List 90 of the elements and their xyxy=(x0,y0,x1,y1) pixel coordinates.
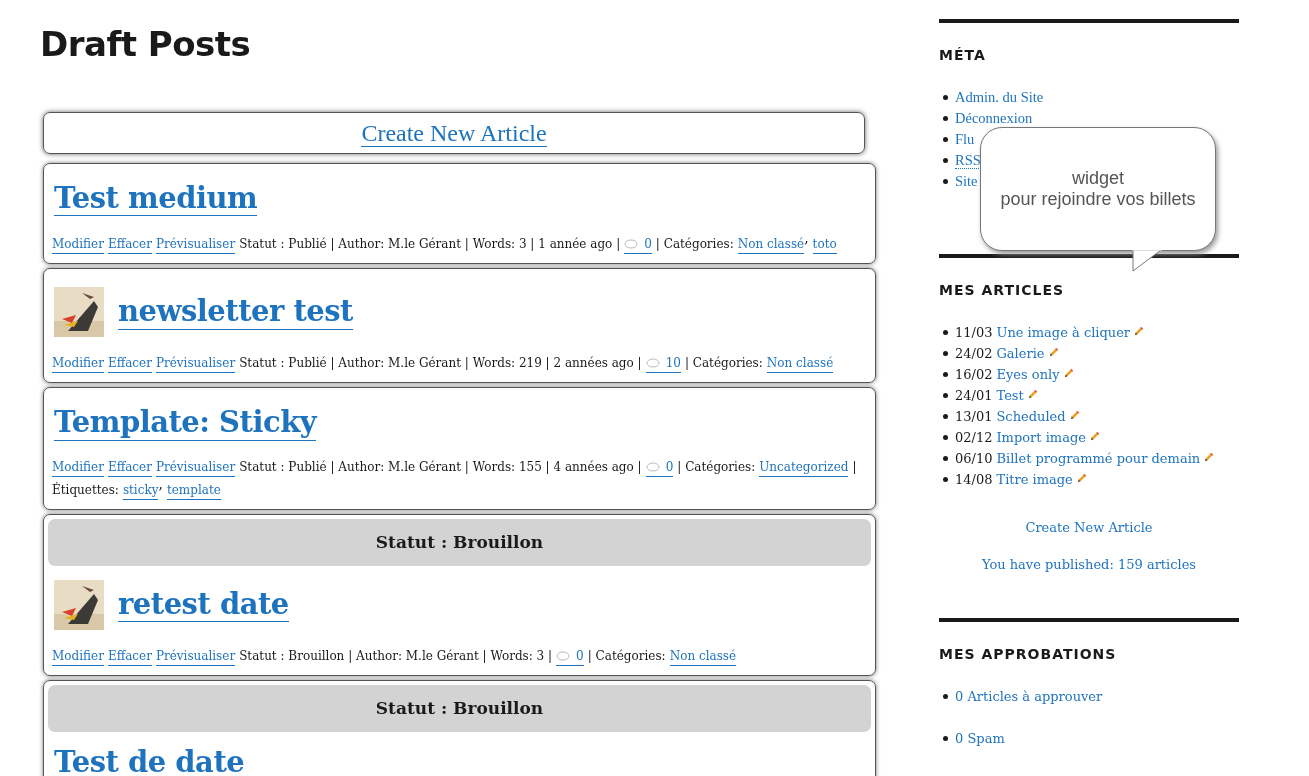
comment-count-link[interactable]: 10 xyxy=(645,355,681,374)
bullet-icon xyxy=(943,330,948,335)
article-link[interactable]: Eyes only xyxy=(996,367,1060,382)
pencil-icon[interactable] xyxy=(1026,389,1038,400)
create-article-link[interactable]: Create New Article xyxy=(939,520,1239,535)
comment-count-link[interactable]: 0 xyxy=(624,236,652,255)
speech-bubble-icon xyxy=(624,239,639,250)
article-date: 06/10 xyxy=(955,451,993,466)
bullet-icon xyxy=(943,372,948,377)
article-date: 13/01 xyxy=(955,409,993,424)
article-date: 24/02 xyxy=(955,346,993,361)
article-date: 14/08 xyxy=(955,472,993,487)
sidebar-link[interactable]: Admin. du Site xyxy=(955,89,1044,105)
post-meta: Modifier Effacer Prévisualiser Statut : Publié | Author: M.le Gérant | Words: 219 | 2 années ago | 10 | Catégories: Non classé xyxy=(48,345,871,377)
article-date: 16/02 xyxy=(955,367,993,382)
article-link[interactable]: Galerie xyxy=(996,346,1045,361)
pencil-icon[interactable] xyxy=(1203,452,1215,463)
bullet-icon xyxy=(943,137,948,142)
post-title-link[interactable]: retest date xyxy=(118,587,289,622)
pencil-icon[interactable] xyxy=(1133,326,1145,337)
status-banner: Statut : Brouillon xyxy=(48,684,871,732)
article-date: 02/12 xyxy=(955,430,993,445)
meta-link[interactable]: Modifier xyxy=(52,647,104,666)
bullet-icon xyxy=(943,95,948,100)
post-title-link[interactable]: Test medium xyxy=(54,182,258,217)
widget-heading: MES APPROBATIONS xyxy=(939,646,1118,662)
article-link[interactable]: Test xyxy=(996,388,1024,403)
post-meta: Modifier Effacer Prévisualiser Statut : Brouillon | Author: M.le Gérant | Words: 3 | 0 | Catégories: Non classé xyxy=(48,637,871,669)
meta-link[interactable]: Effacer xyxy=(107,355,152,374)
meta-link[interactable]: Prévisualiser xyxy=(155,458,236,477)
comment-count-link[interactable]: 0 xyxy=(645,458,674,477)
post-title-link[interactable]: newsletter test xyxy=(118,295,353,330)
tooltip-text: pour rejoindre vos billets xyxy=(1000,189,1196,210)
pencil-icon[interactable] xyxy=(1047,347,1059,358)
bullet-icon xyxy=(943,179,948,184)
post-title-link[interactable]: Template: Sticky xyxy=(54,406,317,441)
bullet-icon xyxy=(943,351,948,356)
bullet-icon xyxy=(943,116,948,121)
meta-link[interactable]: Effacer xyxy=(107,236,152,255)
article-link[interactable]: Import image xyxy=(996,430,1086,445)
article-link[interactable]: Une image à cliquer xyxy=(996,325,1131,340)
meta-link[interactable]: Prévisualiser xyxy=(155,647,236,666)
meta-link[interactable]: Non classé xyxy=(766,355,834,374)
pencil-icon[interactable] xyxy=(1075,473,1087,484)
published-count-link[interactable]: You have published: 159 articles xyxy=(939,557,1239,572)
pencil-icon[interactable] xyxy=(1068,410,1080,421)
speech-bubble-icon xyxy=(556,650,571,661)
sidebar-link[interactable]: Site xyxy=(955,173,978,189)
bullet-icon xyxy=(943,456,948,461)
meta-link[interactable]: Non classé xyxy=(737,236,805,255)
widget-heading: MES ARTICLES xyxy=(939,282,1066,298)
bullet-icon xyxy=(943,736,948,741)
post-title-link[interactable]: Test de date xyxy=(54,745,245,776)
meta-link[interactable]: Effacer xyxy=(107,458,152,477)
comment-count-link[interactable]: 0 xyxy=(556,647,584,666)
speech-bubble-icon xyxy=(645,461,660,472)
sidebar-link[interactable]: 0 Spam xyxy=(955,731,1005,746)
create-article-link[interactable]: Create New Article xyxy=(361,120,547,147)
bullet-icon xyxy=(943,477,948,482)
sidebar-link[interactable]: Flu xyxy=(955,131,975,147)
bullet-icon xyxy=(943,435,948,440)
meta-link[interactable]: Uncategorized xyxy=(759,458,849,477)
pencil-icon[interactable] xyxy=(1088,431,1100,442)
widget-heading: MÉTA xyxy=(939,47,987,63)
article-date: 24/01 xyxy=(955,388,993,403)
article-date: 11/03 xyxy=(955,325,993,340)
meta-link[interactable]: Modifier xyxy=(52,458,104,477)
meta-link[interactable]: toto xyxy=(812,236,837,255)
speech-bubble-icon xyxy=(645,358,660,369)
bullet-icon xyxy=(943,694,948,699)
meta-link[interactable]: Prévisualiser xyxy=(155,355,236,374)
meta-link[interactable]: Prévisualiser xyxy=(155,236,236,255)
meta-link[interactable]: Effacer xyxy=(107,647,152,666)
pencil-icon[interactable] xyxy=(1062,368,1074,379)
sidebar-link[interactable]: Déconnexion xyxy=(955,110,1033,126)
meta-link[interactable]: template xyxy=(166,481,221,500)
bullet-icon xyxy=(943,393,948,398)
tooltip-text: widget xyxy=(1072,168,1124,189)
article-link[interactable]: Billet programmé pour demain xyxy=(996,451,1201,466)
bullet-icon xyxy=(943,414,948,419)
article-link[interactable]: Scheduled xyxy=(996,409,1066,424)
meta-link[interactable]: sticky xyxy=(122,481,159,500)
bullet-icon xyxy=(943,158,948,163)
meta-link[interactable]: Non classé xyxy=(669,647,737,666)
page-title: Draft Posts xyxy=(40,24,252,64)
sidebar-link[interactable]: 0 Articles à approuver xyxy=(955,689,1103,704)
status-banner: Statut : Brouillon xyxy=(48,518,871,566)
meta-link[interactable]: Modifier xyxy=(52,355,104,374)
meta-link[interactable]: Modifier xyxy=(52,236,104,255)
article-link[interactable]: Titre image xyxy=(996,472,1073,487)
